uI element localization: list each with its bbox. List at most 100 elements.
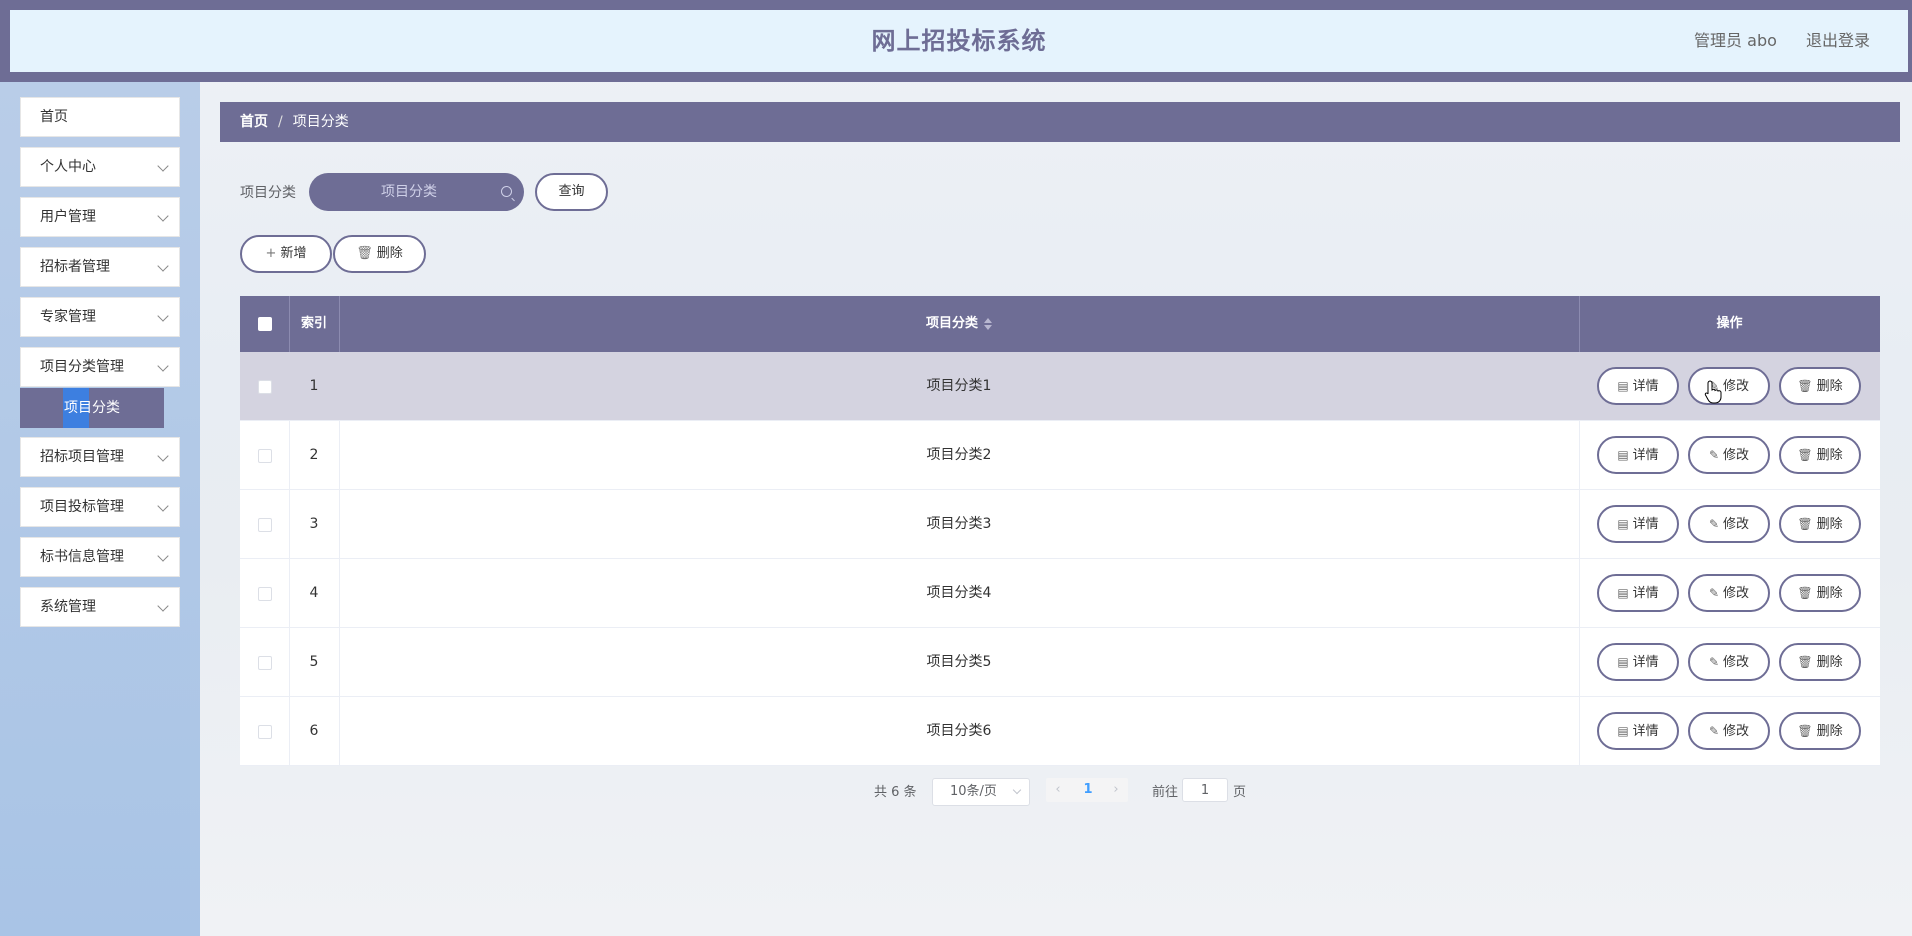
sidebar-item-label: 招标项目管理: [40, 449, 124, 465]
prev-page-icon[interactable]: ‹: [1048, 778, 1068, 802]
edit-button[interactable]: ✎ 修改: [1688, 712, 1770, 750]
sidebar-item-label: 招标者管理: [40, 259, 110, 275]
row-checkbox[interactable]: [258, 518, 272, 532]
document-icon: ▤: [1617, 448, 1629, 462]
row-checkbox[interactable]: [258, 725, 272, 739]
row-checkbox[interactable]: [258, 449, 272, 463]
search-box: [309, 173, 524, 211]
edit-icon: ✎: [1708, 517, 1720, 531]
sidebar-item-label: 专家管理: [40, 309, 96, 325]
delete-button-label: 删除: [1816, 586, 1843, 601]
edit-button-label: 修改: [1723, 724, 1750, 739]
delete-button-label: 删除: [1816, 379, 1843, 394]
sidebar-item-bid-management[interactable]: 项目投标管理: [20, 487, 180, 527]
row-checkbox[interactable]: [258, 587, 272, 601]
select-all-checkbox[interactable]: [258, 317, 272, 331]
header-inner: 网上招投标系统 管理员 abo 退出登录: [10, 10, 1908, 72]
delete-button-label: 删除: [1816, 517, 1843, 532]
row-category: 项目分类2: [926, 447, 992, 463]
table-row[interactable]: 3 项目分类3 ▤ 详情 ✎ 修改 🗑 删除: [240, 490, 1880, 559]
sidebar-item-user-management[interactable]: 用户管理: [20, 197, 180, 237]
detail-button[interactable]: ▤ 详情: [1597, 712, 1679, 750]
detail-button[interactable]: ▤ 详情: [1597, 574, 1679, 612]
sidebar-item-category-management[interactable]: 项目分类管理: [20, 347, 180, 387]
sidebar-item-expert-management[interactable]: 专家管理: [20, 297, 180, 337]
sidebar-item-tender-project-management[interactable]: 招标项目管理: [20, 437, 180, 477]
sidebar-item-system-management[interactable]: 系统管理: [20, 587, 180, 627]
user-label[interactable]: 管理员 abo: [1694, 31, 1777, 50]
delete-button[interactable]: 🗑 删除: [1779, 505, 1861, 543]
table-row[interactable]: 6 项目分类6 ▤ 详情 ✎ 修改 🗑 删除: [240, 697, 1880, 766]
add-button[interactable]: + 新增: [240, 235, 332, 273]
batch-delete-button[interactable]: 🗑 删除: [333, 235, 426, 273]
search-icon: [501, 186, 512, 197]
detail-button-label: 详情: [1632, 517, 1659, 532]
goto-page-input[interactable]: [1182, 778, 1228, 802]
delete-button[interactable]: 🗑 删除: [1779, 574, 1861, 612]
edit-button[interactable]: ✎ 修改: [1688, 643, 1770, 681]
breadcrumb-current: 项目分类: [292, 114, 349, 130]
page-size-value: 10条/页: [950, 784, 997, 799]
row-index: 6: [309, 723, 319, 739]
trash-icon: 🗑: [1797, 655, 1813, 669]
table-row[interactable]: 5 项目分类5 ▤ 详情 ✎ 修改 🗑 删除: [240, 628, 1880, 697]
trash-icon: 🗑: [1797, 379, 1813, 393]
category-table: 索引 项目分类 操作 1 项目分类1 ▤ 详情 ✎ 修改 🗑 删除 2 项目分类2 ▤…: [240, 296, 1880, 766]
batch-delete-label: 删除: [376, 246, 403, 261]
edit-button[interactable]: ✎ 修改: [1688, 505, 1770, 543]
chevron-down-icon: [157, 600, 169, 612]
sidebar-item-personal-center[interactable]: 个人中心: [20, 147, 180, 187]
delete-button[interactable]: 🗑 删除: [1779, 367, 1861, 405]
detail-button-label: 详情: [1632, 586, 1659, 601]
table-header: 索引 项目分类 操作: [240, 296, 1880, 352]
query-button-label: 查询: [558, 184, 585, 199]
breadcrumb-home[interactable]: 首页: [240, 114, 268, 130]
edit-button[interactable]: ✎ 修改: [1688, 436, 1770, 474]
row-checkbox[interactable]: [258, 656, 272, 670]
edit-button[interactable]: ✎ 修改: [1688, 574, 1770, 612]
detail-button[interactable]: ▤ 详情: [1597, 505, 1679, 543]
detail-button-label: 详情: [1632, 655, 1659, 670]
page-size-select[interactable]: 10条/页: [932, 778, 1030, 806]
hand-cursor-icon: [1704, 380, 1722, 404]
edit-button[interactable]: ✎ 修改: [1688, 367, 1770, 405]
sort-icon[interactable]: [984, 317, 992, 330]
sidebar-item-label: 项目分类管理: [40, 359, 124, 375]
delete-button[interactable]: 🗑 删除: [1779, 436, 1861, 474]
row-category: 项目分类1: [926, 378, 992, 394]
table-row[interactable]: 4 项目分类4 ▤ 详情 ✎ 修改 🗑 删除: [240, 559, 1880, 628]
edit-icon: ✎: [1708, 724, 1720, 738]
sidebar-item-tender-doc-management[interactable]: 标书信息管理: [20, 537, 180, 577]
trash-icon: 🗑: [356, 246, 373, 261]
document-icon: ▤: [1617, 586, 1629, 600]
edit-button-label: 修改: [1723, 379, 1750, 394]
query-button[interactable]: 查询: [535, 173, 608, 211]
select-all-cell: [240, 296, 289, 352]
sidebar-item-tenderer-management[interactable]: 招标者管理: [20, 247, 180, 287]
delete-button[interactable]: 🗑 删除: [1779, 712, 1861, 750]
sidebar-item-label: 项目投标管理: [40, 499, 124, 515]
chevron-down-icon: [1012, 785, 1022, 795]
logout-link[interactable]: 退出登录: [1806, 31, 1870, 50]
table-row[interactable]: 1 项目分类1 ▤ 详情 ✎ 修改 🗑 删除: [240, 352, 1880, 421]
detail-button[interactable]: ▤ 详情: [1597, 643, 1679, 681]
detail-button[interactable]: ▤ 详情: [1597, 367, 1679, 405]
chevron-down-icon: [157, 160, 169, 172]
add-button-label: 新增: [280, 246, 307, 261]
page-number-current[interactable]: 1: [1076, 778, 1100, 802]
submenu-item-project-category[interactable]: 项目分类: [20, 388, 164, 428]
column-header-category[interactable]: 项目分类: [339, 296, 1579, 352]
document-icon: ▤: [1617, 655, 1629, 669]
document-icon: ▤: [1617, 517, 1629, 531]
search-input[interactable]: [309, 173, 489, 211]
table-row[interactable]: 2 项目分类2 ▤ 详情 ✎ 修改 🗑 删除: [240, 421, 1880, 490]
row-checkbox[interactable]: [258, 380, 272, 394]
header-user-area: 管理员 abo 退出登录: [1670, 10, 1870, 72]
delete-button[interactable]: 🗑 删除: [1779, 643, 1861, 681]
edit-button-label: 修改: [1723, 655, 1750, 670]
detail-button[interactable]: ▤ 详情: [1597, 436, 1679, 474]
detail-button-label: 详情: [1632, 379, 1659, 394]
row-index: 4: [309, 585, 319, 601]
sidebar-item-home[interactable]: 首页: [20, 97, 180, 137]
next-page-icon[interactable]: ›: [1106, 778, 1126, 802]
